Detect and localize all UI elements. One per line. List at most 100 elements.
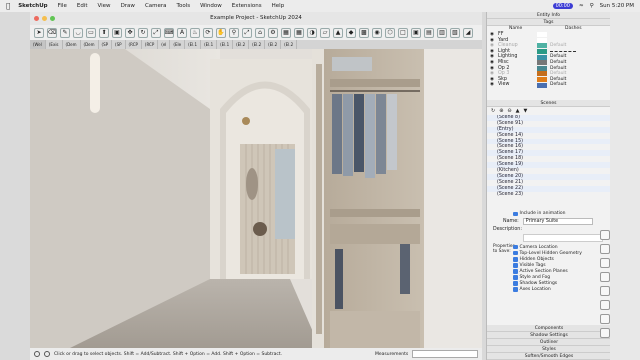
tray-tool-icon[interactable]	[600, 244, 610, 254]
perspective-icon[interactable]: ◢	[463, 27, 473, 38]
scene-tab[interactable]: (RCP	[126, 40, 142, 49]
arc-tool-icon[interactable]: ◡	[73, 27, 83, 38]
menu-file[interactable]: File	[58, 3, 67, 9]
left-view-icon[interactable]: ▧	[450, 27, 460, 38]
property-checkbox[interactable]	[513, 263, 518, 268]
rectangle-tool-icon[interactable]: ▭	[86, 27, 96, 38]
layout-icon[interactable]: ▦	[281, 27, 291, 38]
refresh-icon[interactable]: ↻	[491, 108, 495, 114]
tray-tool-icon[interactable]	[600, 328, 610, 338]
property-checkbox[interactable]	[513, 287, 518, 292]
zoom-tool-icon[interactable]: ⚲	[229, 27, 239, 38]
tray-tool-icon[interactable]	[600, 314, 610, 324]
move-down-icon[interactable]: ▼	[523, 108, 527, 114]
menu-help[interactable]: Help	[272, 3, 285, 9]
textured-icon[interactable]: ▩	[359, 27, 369, 38]
move-up-icon[interactable]: ▲	[516, 108, 520, 114]
description-input[interactable]	[523, 234, 603, 243]
property-checkbox[interactable]	[513, 257, 518, 262]
scene-tab[interactable]: (Ele	[170, 40, 186, 49]
scene-tab[interactable]: (El.2	[249, 40, 266, 49]
iso-view-icon[interactable]: ⬡	[385, 27, 395, 38]
section-plane-icon[interactable]: ▦	[294, 27, 304, 38]
recording-indicator[interactable]: 00:00	[552, 3, 573, 9]
scene-tab[interactable]: (Exis	[46, 40, 63, 49]
tag-color-swatch[interactable]	[537, 54, 547, 60]
menu-camera[interactable]: Camera	[145, 3, 167, 9]
scene-tab[interactable]: (El.1	[217, 40, 234, 49]
scene-tab[interactable]: (El.1	[201, 40, 218, 49]
menu-tools[interactable]: Tools	[177, 3, 191, 9]
scene-tab[interactable]: (El.2	[265, 40, 282, 49]
model-viewport[interactable]	[30, 49, 482, 348]
tags-header[interactable]: Tags	[487, 19, 610, 26]
property-checkbox[interactable]	[513, 269, 518, 274]
monochrome-icon[interactable]: ◉	[372, 27, 382, 38]
tray-tool-icon[interactable]	[600, 300, 610, 310]
property-checkbox[interactable]	[513, 250, 518, 256]
zoom-extents-icon[interactable]: ⤢	[242, 27, 252, 38]
orbit-tool-icon[interactable]: ⟳	[203, 27, 213, 38]
collapsed-panel-header[interactable]: Shadow Settings	[487, 332, 610, 339]
remove-scene-icon[interactable]: ⊖	[507, 108, 511, 114]
menu-view[interactable]: View	[98, 3, 111, 9]
property-checkbox-row[interactable]: Top-Level Hidden Geometry	[513, 250, 582, 256]
tag-dashes[interactable]: Default	[550, 43, 566, 49]
tape-measure-icon[interactable]: ⌨	[164, 27, 174, 38]
property-checkbox[interactable]	[513, 275, 518, 280]
scene-tab[interactable]: (el	[158, 40, 171, 49]
measurements-input[interactable]	[412, 350, 478, 358]
entity-info-header[interactable]: Entity Info	[487, 12, 610, 19]
property-checkbox[interactable]	[513, 281, 518, 286]
scene-tab[interactable]: (El.2	[281, 40, 298, 49]
clock[interactable]: Sun 5:20 PM	[600, 3, 634, 9]
menu-edit[interactable]: Edit	[77, 3, 88, 9]
warehouse-icon[interactable]: ⌂	[255, 27, 265, 38]
property-checkbox-row[interactable]: Axes Location	[513, 287, 582, 293]
tags-col-dashes[interactable]: Dashes	[565, 26, 582, 32]
info-icon[interactable]	[34, 351, 40, 357]
push-pull-tool-icon[interactable]: ⬆	[99, 27, 109, 38]
scene-name-input[interactable]: Primary Suite	[522, 218, 593, 226]
xray-icon[interactable]: ◑	[307, 27, 317, 38]
wireframe-icon[interactable]: ▱	[320, 27, 330, 38]
pan-tool-icon[interactable]: ✋	[216, 27, 226, 38]
scene-tab[interactable]: (RCP	[142, 40, 159, 49]
right-view-icon[interactable]: ▤	[424, 27, 434, 38]
zoom-window-button[interactable]	[50, 16, 55, 21]
wifi-icon[interactable]: ≈	[579, 3, 584, 9]
tag-color-swatch[interactable]	[537, 65, 547, 71]
scene-tab[interactable]: (SP	[112, 40, 126, 49]
tag-dash-pattern[interactable]	[550, 51, 576, 53]
apple-icon[interactable]: 	[6, 2, 10, 10]
tag-color-swatch[interactable]	[537, 71, 547, 77]
tag-dashes[interactable]: Default	[550, 82, 566, 88]
back-view-icon[interactable]: ▥	[437, 27, 447, 38]
menu-app[interactable]: SketchUp	[18, 3, 47, 9]
scenes-header[interactable]: Scenes	[487, 99, 610, 107]
extension-warehouse-icon[interactable]: ⚙	[268, 27, 278, 38]
tag-color-swatch[interactable]	[537, 82, 547, 88]
collapsed-panel-header[interactable]: Styles	[487, 346, 610, 353]
close-window-button[interactable]	[34, 16, 39, 21]
visibility-eye-icon[interactable]: ◉	[487, 82, 497, 88]
text-tool-icon[interactable]: A	[177, 27, 187, 38]
tag-color-swatch[interactable]	[537, 49, 547, 55]
include-checkbox[interactable]	[513, 211, 518, 217]
tag-color-swatch[interactable]	[537, 60, 547, 66]
menu-window[interactable]: Window	[200, 3, 222, 9]
menu-draw[interactable]: Draw	[121, 3, 135, 9]
scene-tab[interactable]: (Dem	[63, 40, 81, 49]
tag-color-swatch[interactable]	[537, 77, 547, 83]
search-icon[interactable]: ⚲	[590, 3, 594, 9]
tray-tool-icon[interactable]	[600, 272, 610, 282]
tray-tool-icon[interactable]	[600, 230, 610, 240]
hidden-line-icon[interactable]: ▲	[333, 27, 343, 38]
move-tool-icon[interactable]: ✥	[125, 27, 135, 38]
line-tool-icon[interactable]: ✎	[60, 27, 70, 38]
paint-bucket-icon[interactable]: ♨	[190, 27, 200, 38]
offset-tool-icon[interactable]: ▣	[112, 27, 122, 38]
collapsed-panel-header[interactable]: Soften/Smooth Edges	[487, 353, 610, 360]
collapsed-panel-header[interactable]: Outliner	[487, 339, 610, 346]
scene-tab[interactable]: (Dem	[81, 40, 99, 49]
